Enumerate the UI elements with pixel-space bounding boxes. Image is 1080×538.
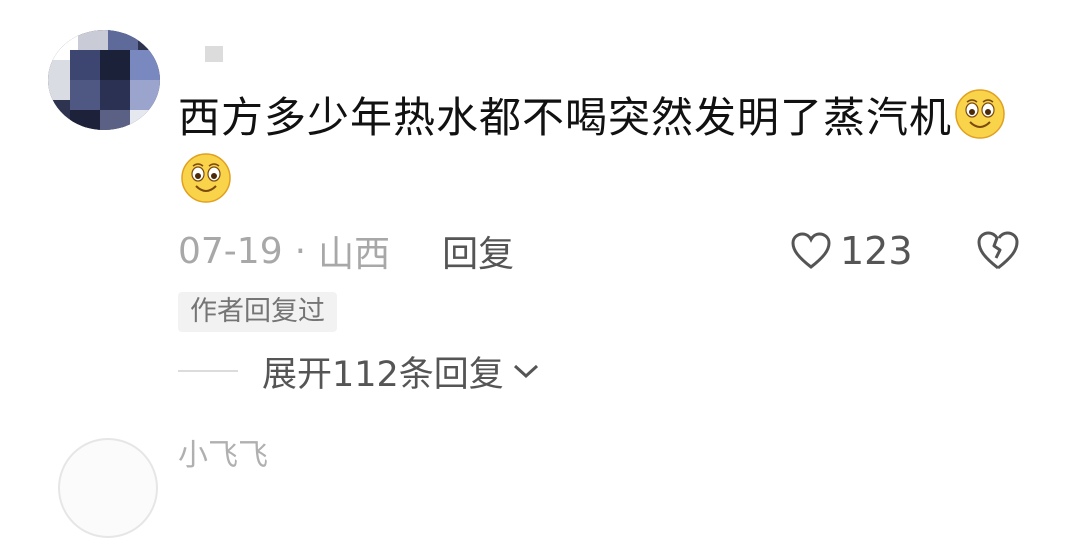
comment-text: 西方多少年热水都不喝突然发明了蒸汽机 [178,93,953,142]
comment-location: 山西 [318,234,391,275]
next-comment-avatar[interactable] [58,438,158,538]
like-count: 123 [840,229,913,273]
chevron-down-icon [513,364,538,379]
comment-item: 西方多少年热水都不喝突然发明了蒸汽机 07-19 · 山西 回复 123 作者回… [0,0,1080,457]
avatar[interactable] [48,30,160,130]
smile-emoji-icon [954,88,1006,140]
expand-replies-label: 展开112条回复 [262,354,504,395]
meta-separator: · [294,230,307,272]
like-button[interactable]: 123 [790,226,913,276]
reply-button[interactable]: 回复 [442,225,514,277]
dislike-button[interactable] [975,228,1021,274]
broken-heart-icon [977,231,1019,270]
comment-date: 07-19 [178,230,283,272]
divider-line [178,370,238,372]
comment-meta: 07-19 · 山西 回复 [178,226,514,276]
smile-emoji-icon [180,152,232,204]
author-replied-badge: 作者回复过 [178,292,337,332]
next-comment-username[interactable]: 小飞飞 [178,436,268,476]
heart-outline-icon [791,232,831,269]
expand-replies-button[interactable]: 展开112条回复 [178,346,540,396]
comment-content: 西方多少年热水都不喝突然发明了蒸汽机 [178,86,1048,214]
blurred-avatar-icon [48,30,160,130]
username[interactable] [205,46,223,62]
